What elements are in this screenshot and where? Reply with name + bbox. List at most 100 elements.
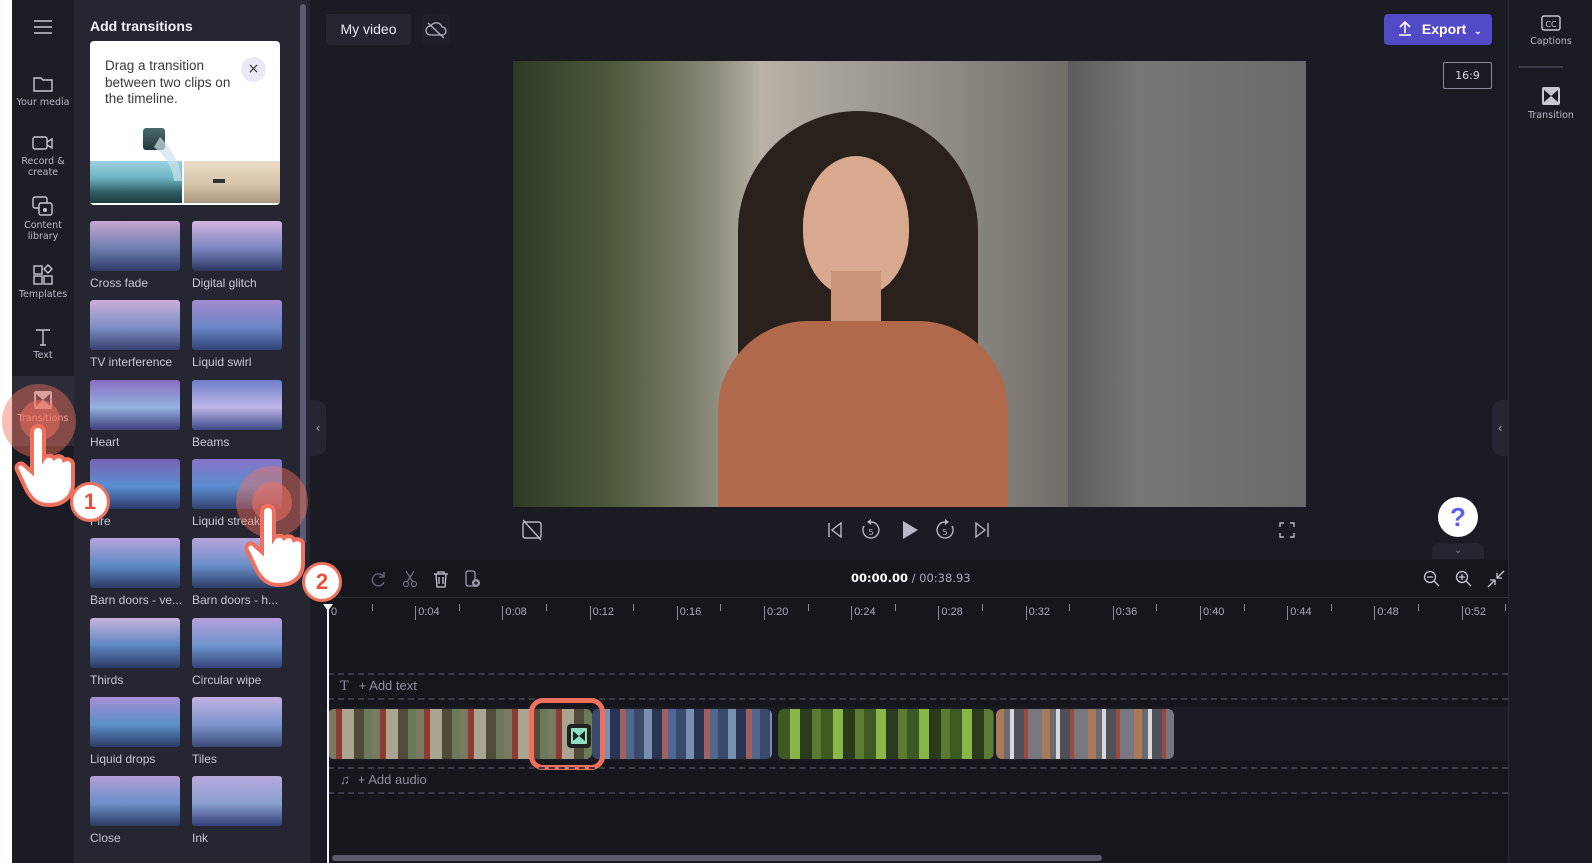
ruler-tick-label: 0:04 [418, 606, 440, 618]
transition-thumbnail [90, 379, 180, 430]
rail-item-your-media[interactable]: Your media [12, 74, 74, 108]
text-icon [36, 329, 50, 346]
step-badge-1: 1 [70, 482, 110, 522]
transition-label: Heart [90, 434, 120, 449]
fit-timeline-icon[interactable] [1487, 570, 1505, 588]
video-clip[interactable] [592, 709, 772, 759]
transition-tile[interactable]: TV interference [90, 300, 180, 369]
collapse-right-panel-button[interactable]: ‹ [1492, 400, 1508, 456]
fullscreen-button[interactable] [1278, 519, 1296, 545]
add-audio-track[interactable]: ♫ + Add audio [340, 772, 427, 787]
transition-tile[interactable]: Circular wipe [192, 617, 282, 687]
timeline-scrollbar[interactable] [332, 855, 1102, 861]
chevron-left-icon: ‹ [1497, 421, 1503, 435]
transition-label: TV interference [90, 355, 173, 370]
timeline-ruler[interactable]: 0 0:04 0:08 0:12 0:16 0:20 0:24 0:28 0:32 0:36 0:4… [326, 598, 1508, 628]
transition-label: Digital glitch [192, 276, 257, 290]
transition-tile[interactable]: Digital glitch [192, 221, 282, 290]
zoom-out-icon[interactable] [1423, 570, 1441, 588]
transition-tile[interactable]: Tiles [192, 696, 282, 766]
transition-label: Transition [1528, 110, 1574, 121]
transition-tile[interactable]: Barn doors - ve... [90, 538, 182, 607]
transition-tile[interactable]: Ink [192, 776, 282, 845]
rewind-icon: 5 [862, 519, 880, 539]
chevron-down-icon: ⌄ [1474, 26, 1482, 36]
add-text-label: + Add text [358, 678, 417, 693]
export-button[interactable]: Export ⌄ [1384, 14, 1492, 45]
transition-button[interactable]: Transition [1509, 86, 1592, 121]
transition-thumbnail [192, 617, 282, 668]
rail-item-record-create[interactable]: Record & create [12, 133, 74, 178]
timeline: 00:00.00 / 00:38.93 0 0:04 0:08 0:12 0:16 0:2… [323, 560, 1508, 863]
project-title-button[interactable]: My video [326, 14, 411, 45]
collapse-panel-button[interactable]: ‹ [310, 400, 326, 456]
add-text-track[interactable]: T + Add text [340, 678, 417, 694]
video-clip[interactable] [778, 709, 994, 759]
redo-icon[interactable] [370, 570, 388, 588]
svg-text:CC: CC [1545, 20, 1557, 29]
close-tip-button[interactable]: × [241, 57, 266, 82]
ruler-tick-label: 0:12 [592, 606, 615, 618]
menu-button[interactable] [12, 18, 74, 39]
aspect-ratio-button[interactable]: 16:9 [1443, 62, 1492, 89]
track-divider [328, 698, 1508, 700]
transition-thumbnail [90, 300, 180, 351]
video-preview[interactable] [513, 61, 1306, 507]
export-label: Export [1421, 21, 1467, 37]
timecode: 00:00.00 / 00:38.93 [851, 571, 971, 585]
ruler-tick-major [851, 606, 853, 620]
forward-5-button[interactable]: 5 [934, 519, 956, 545]
help-button[interactable]: ? [1438, 497, 1478, 537]
skip-to-start-button[interactable] [826, 519, 844, 545]
ruler-tick-major [415, 606, 417, 620]
cloud-sync-button[interactable] [422, 14, 450, 45]
transition-tile[interactable]: Liquid drops [90, 696, 180, 766]
chevron-down-icon: ⌄ [1453, 545, 1463, 556]
ruler-tick-minor [894, 604, 896, 611]
transition-tile[interactable]: Thirds [90, 617, 180, 687]
skip-end-icon [975, 521, 989, 539]
split-scissors-icon[interactable] [401, 570, 419, 588]
ruler-tick-minor [371, 604, 373, 611]
playhead[interactable] [323, 604, 333, 863]
text-icon: T [340, 679, 349, 694]
add-media-icon[interactable] [464, 570, 482, 588]
ruler-tick-major [502, 606, 504, 620]
ruler-tick-label: 0:28 [941, 606, 963, 618]
transition-thumbnail [90, 776, 180, 827]
rail-item-label: Templates [18, 289, 68, 300]
transition-tile[interactable]: Beams [192, 379, 282, 449]
rail-item-content-library[interactable]: Content library [12, 195, 74, 242]
collapse-preview-button[interactable]: ⌄ [1432, 543, 1484, 559]
transition-tile[interactable]: Cross fade [90, 221, 180, 290]
playhead-handle[interactable] [323, 604, 333, 611]
delete-icon[interactable] [432, 570, 450, 588]
transition-label: Ink [192, 831, 209, 846]
skip-to-end-button[interactable] [973, 519, 991, 545]
transition-tile[interactable]: Heart [90, 379, 180, 449]
captions-button[interactable]: CC Captions [1509, 14, 1592, 47]
video-clip[interactable] [996, 709, 1174, 759]
ruler-tick-major [676, 606, 678, 620]
zoom-in-icon[interactable] [1455, 570, 1473, 588]
ruler-tick-minor [546, 604, 547, 611]
rail-item-text[interactable]: Text [12, 327, 74, 361]
ruler-tick-label: 0:32 [1028, 606, 1051, 618]
chevron-left-icon: ‹ [315, 421, 321, 435]
timeline-toolbar: 00:00.00 / 00:38.93 [326, 560, 1508, 598]
rail-item-templates[interactable]: Templates [12, 264, 74, 300]
ruler-tick-label: 0:52 [1464, 606, 1487, 618]
play-button[interactable] [900, 519, 920, 545]
ruler-tick-major [1025, 606, 1027, 620]
ruler-tick-minor [458, 604, 460, 611]
ruler-tick-label: 0:48 [1377, 606, 1399, 618]
panel-scrollbar[interactable] [300, 4, 306, 544]
transition-tile[interactable]: Liquid swirl [192, 300, 282, 369]
transition-label: Cross fade [90, 276, 149, 290]
toggle-captions-button[interactable] [520, 519, 544, 545]
rewind-5-button[interactable]: 5 [860, 519, 882, 545]
hamburger-menu-icon [34, 20, 52, 34]
transition-thumbnail [192, 300, 282, 351]
transition-tile[interactable]: Close [90, 776, 180, 845]
current-time: 00:00.00 [851, 571, 908, 585]
